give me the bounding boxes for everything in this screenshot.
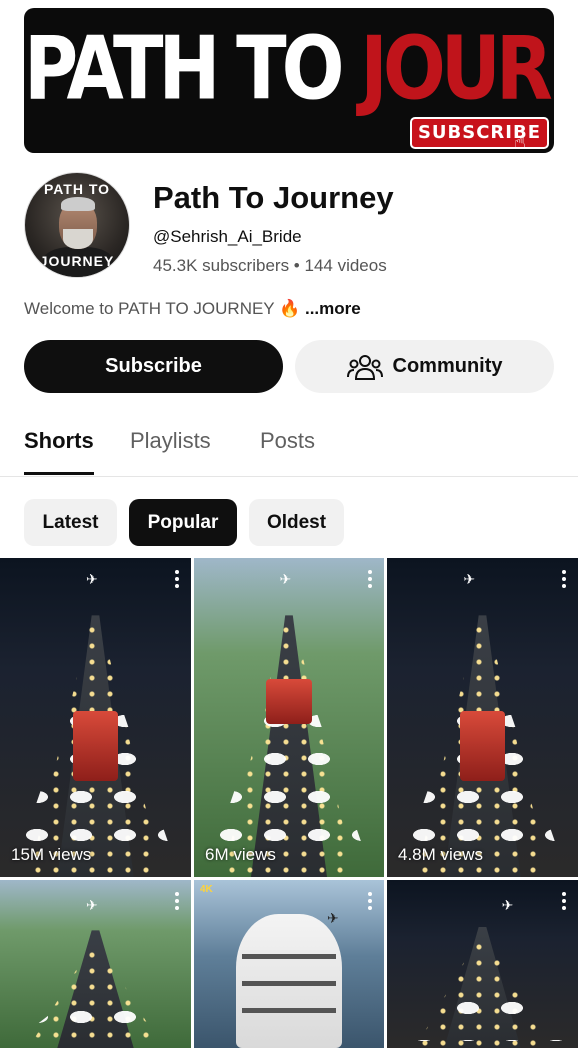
avatar-hair [61,197,95,211]
chip-oldest[interactable]: Oldest [249,499,344,546]
more-vert-icon[interactable] [368,570,372,591]
more-vert-icon[interactable] [562,892,566,913]
channel-name: Path To Journey [153,180,394,215]
ship-deck [242,1007,336,1013]
tab-shorts[interactable]: Shorts [24,426,94,456]
more-vert-icon[interactable] [562,570,566,591]
description-text: Welcome to PATH TO JOURNEY 🔥 [24,299,301,318]
short-views: 6M views [205,845,276,864]
thumb-cars [209,701,369,865]
short-views: 15M views [11,845,92,864]
chip-popular[interactable]: Popular [129,499,237,546]
thumb-cars [15,997,176,1042]
short-thumbnail-1[interactable]: ✈ 15M views [0,558,191,877]
chip-latest[interactable]: Latest [24,499,117,546]
thumb-stage [72,711,119,782]
more-vert-icon[interactable] [175,570,179,591]
thumb-ship [235,913,343,1048]
avatar-text-top: PATH TO [43,181,111,197]
short-thumbnail-6[interactable]: ✈ [387,880,578,1048]
active-tab-indicator [24,472,94,475]
short-thumbnail-4[interactable]: ✈ [0,880,191,1048]
thumb-stage [266,679,312,724]
banner-title-word2: JOURNEY [360,18,554,120]
channel-banner: PATH TO JOURNEY SUBSCRIBE ☝ [24,8,554,153]
short-thumbnail-5[interactable]: 4K ✈ [194,880,384,1048]
banner-subscribe-badge: SUBSCRIBE [409,117,549,149]
channel-handle: @Sehrish_Ai_Bride [153,227,302,246]
quality-badge: 4K [200,884,213,895]
banner-title: PATH TO JOURNEY [24,8,554,134]
banner-title-word1: PATH TO [24,18,345,120]
channel-tabs: Shorts Playlists Posts [0,418,578,477]
channel-avatar[interactable]: PATH TO JOURNEY [24,172,130,278]
stats-separator: • [289,256,305,275]
helicopter-icon: ✈ [279,570,292,587]
short-thumbnail-3[interactable]: ✈ 4.8M views [387,558,578,877]
thumb-stage [459,711,506,782]
helicopter-icon: ✈ [463,570,476,587]
tab-posts[interactable]: Posts [260,426,315,456]
channel-stats: 45.3K subscribers • 144 videos [153,255,387,277]
channel-description[interactable]: Welcome to PATH TO JOURNEY 🔥 ...more [24,297,361,321]
community-label: Community [392,355,503,377]
more-vert-icon[interactable] [368,892,372,913]
ship-deck [242,980,336,986]
avatar-text-bottom: JOURNEY [39,253,115,269]
video-count: 144 videos [304,256,387,275]
tab-playlists[interactable]: Playlists [130,426,211,456]
ship-deck [242,953,336,959]
community-button[interactable]: Community [295,340,554,393]
subscriber-count: 45.3K subscribers [153,256,290,275]
more-vert-icon[interactable] [175,892,179,913]
helicopter-icon: ✈ [85,570,98,587]
helicopter-icon: ✈ [501,896,514,913]
short-views: 4.8M views [398,845,484,864]
helicopter-icon: ✈ [85,896,98,913]
people-group-icon [346,354,383,380]
avatar-beard [63,229,93,249]
short-thumbnail-2[interactable]: ✈ 6M views [194,558,384,877]
helicopter-icon: ✈ [327,910,339,927]
subscribe-button[interactable]: Subscribe [24,340,283,393]
more-link[interactable]: ...more [305,299,361,318]
thumb-cars [402,989,563,1042]
hand-pointer-icon: ☝ [513,132,526,153]
